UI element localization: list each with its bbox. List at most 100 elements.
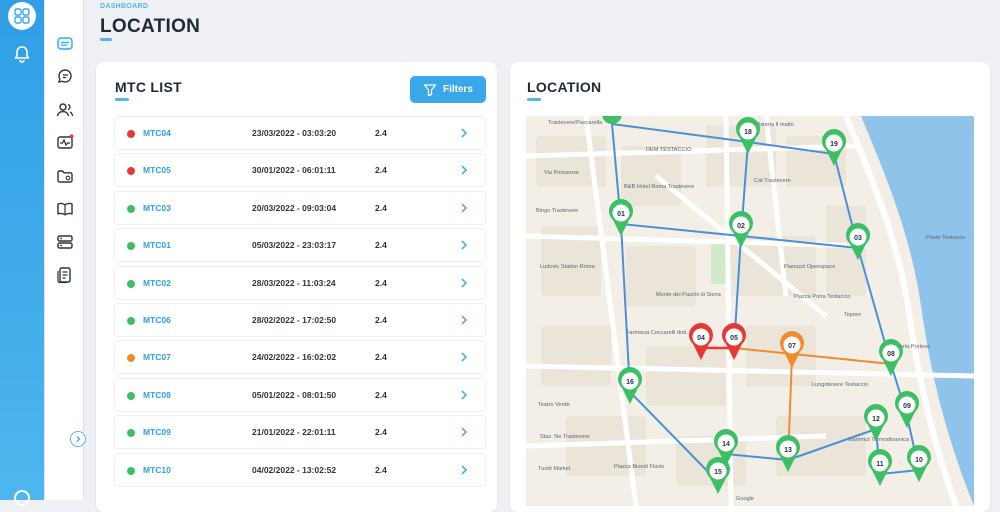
map-place-label: Lungotevere Testaccio [812, 382, 868, 388]
mtc-id[interactable]: MTC02 [143, 278, 171, 288]
mtc-list: MTC04 23/03/2022 - 03:03:20 2.4 MTC05 30/01/… [114, 116, 486, 490]
mtc-value: 2.4 [375, 202, 387, 213]
map-block [646, 346, 726, 406]
map-marker-label: 11 [876, 461, 884, 468]
status-dot [127, 354, 135, 363]
mtc-value: 2.4 [375, 389, 387, 400]
map-block [541, 326, 611, 386]
chevron-right-icon[interactable] [459, 350, 469, 364]
map-place-label: Ludovic Station Roma [540, 264, 596, 270]
mtc-row[interactable]: MTC08 05/01/2022 - 08:01:50 2.4 [114, 377, 486, 412]
mtc-id[interactable]: MTC10 [143, 465, 171, 475]
mtc-id[interactable]: MTC09 [143, 427, 171, 437]
chevron-right-icon[interactable] [459, 276, 469, 290]
status-dot [127, 466, 135, 475]
book-icon[interactable] [55, 199, 75, 219]
mtc-datetime: 28/02/2022 - 17:02:50 [252, 314, 337, 325]
chevron-right-icon[interactable] [459, 463, 469, 477]
mtc-id[interactable]: MTC05 [143, 165, 171, 175]
report-icon[interactable] [55, 265, 75, 285]
mtc-value: 2.4 [375, 352, 387, 363]
users-icon[interactable] [55, 100, 75, 120]
title-underline [100, 38, 112, 41]
mtc-row[interactable]: MTC03 20/03/2022 - 09:03:04 2.4 [114, 190, 486, 225]
mtc-value: 2.4 [375, 165, 387, 176]
messages-icon[interactable] [55, 34, 75, 54]
chevron-right-icon[interactable] [459, 163, 469, 177]
filters-button-label: Filters [442, 84, 473, 95]
chevron-right-icon[interactable] [459, 238, 469, 252]
server-icon[interactable] [55, 232, 75, 252]
chevron-right-icon[interactable] [459, 313, 469, 327]
map-place-label: Piazza Porta Testaccio [794, 294, 850, 300]
folder-icon[interactable] [55, 166, 75, 186]
map-place-label: Ponte Testaccio [926, 235, 965, 241]
mtc-list-underline [115, 98, 129, 101]
map-place-label: Caf Trastevere [754, 178, 791, 184]
chevron-right-icon[interactable] [459, 201, 469, 215]
mtc-id[interactable]: MTC04 [143, 128, 171, 138]
chevron-right-icon[interactable] [459, 425, 469, 439]
status-dot [127, 429, 135, 438]
map-marker-label: 03 [854, 235, 862, 242]
map-marker-label: 10 [915, 457, 923, 464]
status-dot [127, 130, 135, 138]
map-place-label: Google [736, 496, 754, 502]
map-marker-label: 08 [887, 351, 895, 358]
mtc-row[interactable]: MTC09 21/01/2022 - 22:01:11 2.4 [114, 415, 486, 450]
profile-icon[interactable] [14, 490, 30, 506]
filters-button[interactable]: Filters [410, 76, 486, 103]
mtc-id[interactable]: MTC06 [143, 315, 171, 325]
mtc-datetime: 24/02/2022 - 16:02:02 [252, 352, 337, 363]
collapse-sidebar-button[interactable] [70, 431, 86, 447]
map-place-label: Monte dei Paschi di Siena [656, 292, 722, 298]
map-marker-label: 19 [830, 141, 838, 148]
map-marker-label: 02 [737, 223, 745, 230]
mtc-id[interactable]: MTC03 [143, 203, 171, 213]
status-dot [127, 279, 135, 288]
mtc-row[interactable]: MTC05 30/01/2022 - 06:01:11 2.4 [114, 153, 486, 188]
bell-icon[interactable] [12, 44, 32, 64]
location-map[interactable]: Trastevere/Pascarella DEM TESTACCIO B&B Ho… [526, 116, 974, 506]
status-dot [127, 167, 135, 176]
mtc-row[interactable]: MTC01 05/03/2022 - 23:03:17 2.4 [114, 228, 486, 263]
breadcrumb[interactable]: DASHBOARD [100, 3, 148, 10]
location-card-underline [527, 98, 541, 101]
map-place-label: Staz. Ne Trastevere [540, 434, 589, 440]
chevron-right-icon[interactable] [459, 388, 469, 402]
chevron-right-icon[interactable] [459, 126, 469, 140]
status-dot [127, 204, 135, 213]
map-marker-label: 01 [617, 211, 625, 218]
app-logo-icon[interactable] [8, 2, 36, 30]
mtc-list-card: MTC LIST Filters MTC04 23/03/2022 - 03:03… [96, 62, 497, 512]
location-card: LOCATION Trastevere/Pascarella DEM TESTAC… [510, 62, 990, 512]
chevron-right-icon [76, 436, 81, 442]
mtc-datetime: 05/03/2022 - 23:03:17 [252, 240, 337, 251]
mtc-id[interactable]: MTC07 [143, 352, 171, 362]
status-dot [127, 316, 135, 325]
map-place-label: Mammut Termodinamica [848, 437, 910, 443]
map-marker-label: 09 [903, 403, 911, 410]
mtc-value: 2.4 [375, 240, 387, 251]
status-dot [127, 391, 135, 400]
mtc-row[interactable]: MTC04 23/03/2022 - 03:03:20 2.4 [114, 116, 486, 150]
map-marker-label: 13 [784, 447, 792, 454]
map-place-label: Via Portuense [544, 170, 579, 176]
mtc-id[interactable]: MTC08 [143, 390, 171, 400]
map-marker-label: 05 [730, 335, 738, 342]
chat-icon[interactable] [55, 66, 75, 86]
mtc-row[interactable]: MTC10 04/02/2022 - 13:02:52 2.4 [114, 452, 486, 487]
mtc-row[interactable]: MTC07 24/02/2022 - 16:02:02 2.4 [114, 340, 486, 375]
mtc-row[interactable]: MTC02 28/03/2022 - 11:03:24 2.4 [114, 265, 486, 300]
map-place-label: Trastevere/Pascarella [548, 120, 603, 126]
mtc-row[interactable]: MTC06 28/02/2022 - 17:02:50 2.4 [114, 302, 486, 337]
location-card-title: LOCATION [527, 79, 602, 95]
mtc-id[interactable]: MTC01 [143, 240, 171, 250]
monitor-activity-icon[interactable] [55, 133, 75, 153]
mtc-datetime: 28/03/2022 - 11:03:24 [252, 277, 336, 288]
page-title: LOCATION [100, 16, 201, 37]
mtc-datetime: 30/01/2022 - 06:01:11 [252, 165, 336, 176]
mtc-value: 2.4 [375, 314, 387, 325]
mtc-datetime: 05/01/2022 - 08:01:50 [252, 389, 337, 400]
mtc-list-title: MTC LIST [115, 79, 182, 95]
